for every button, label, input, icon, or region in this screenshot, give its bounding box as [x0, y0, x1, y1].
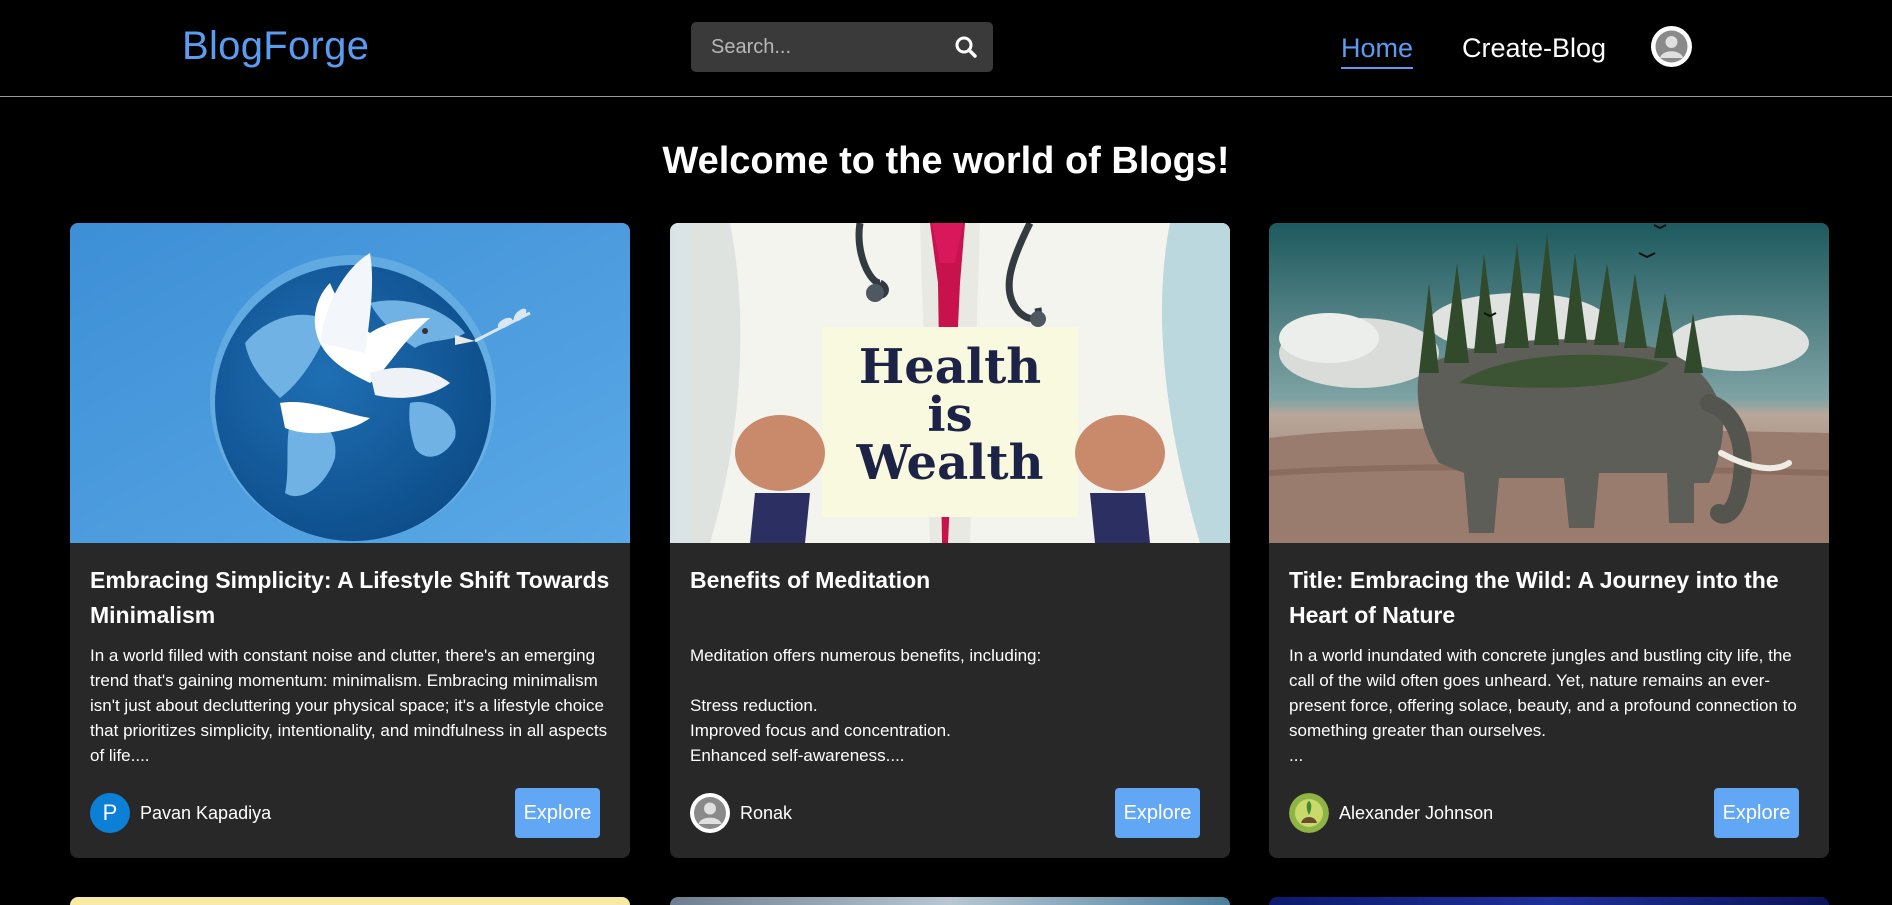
search-bar — [691, 22, 993, 72]
card-excerpt: Meditation offers numerous benefits, inc… — [690, 646, 1042, 765]
author-avatar: P — [90, 793, 130, 833]
author-name: Pavan Kapadiya — [140, 802, 272, 823]
author-avatar — [690, 793, 730, 833]
brand-logo[interactable]: BlogForge — [182, 24, 369, 69]
blog-card: Title: Embracing the Wild: A Journey int… — [1269, 223, 1829, 858]
nav-link-home[interactable]: Home — [1341, 33, 1414, 69]
search-input[interactable] — [691, 22, 941, 72]
author-initial: P — [102, 800, 118, 825]
card-author: P Pavan Kapadiya — [90, 793, 271, 833]
globe-dove-image — [70, 223, 630, 543]
card-author: Alexander Johnson — [1289, 793, 1493, 833]
blog-card: Embracing Simplicity: A Lifestyle Shift … — [70, 223, 630, 858]
navbar: BlogForge Home Create-Blog — [0, 0, 1892, 97]
page-title: Welcome to the world of Blogs! — [662, 140, 1230, 182]
search-icon[interactable] — [953, 34, 979, 60]
blog-card: Health is Wealth Benefits of Meditation … — [670, 223, 1230, 858]
blog-card-partial — [1269, 897, 1829, 905]
card-title[interactable]: Title: Embracing the Wild: A Journey int… — [1289, 563, 1809, 633]
card-title[interactable]: Benefits of Meditation — [690, 563, 1210, 598]
elephant-forest-image — [1269, 223, 1829, 543]
author-name: Ronak — [740, 802, 793, 823]
blog-card-partial — [670, 897, 1230, 905]
explore-button[interactable]: Explore — [1714, 788, 1799, 838]
card-author: Ronak — [690, 793, 792, 833]
card-excerpt: In a world inundated with concrete jungl… — [1289, 646, 1797, 765]
author-name: Alexander Johnson — [1339, 802, 1494, 823]
blog-card-partial — [70, 897, 630, 905]
card-excerpt: In a world filled with constant noise an… — [90, 646, 608, 765]
explore-button[interactable]: Explore — [515, 788, 600, 838]
author-avatar — [1289, 793, 1329, 833]
doctor-sign-image: Health is Wealth — [670, 223, 1230, 543]
user-avatar-icon[interactable] — [1651, 26, 1692, 67]
explore-button[interactable]: Explore — [1115, 788, 1200, 838]
sign-text-line3: Wealth — [856, 435, 1044, 491]
nav-link-create-blog[interactable]: Create-Blog — [1462, 33, 1606, 64]
card-title[interactable]: Embracing Simplicity: A Lifestyle Shift … — [90, 563, 610, 633]
